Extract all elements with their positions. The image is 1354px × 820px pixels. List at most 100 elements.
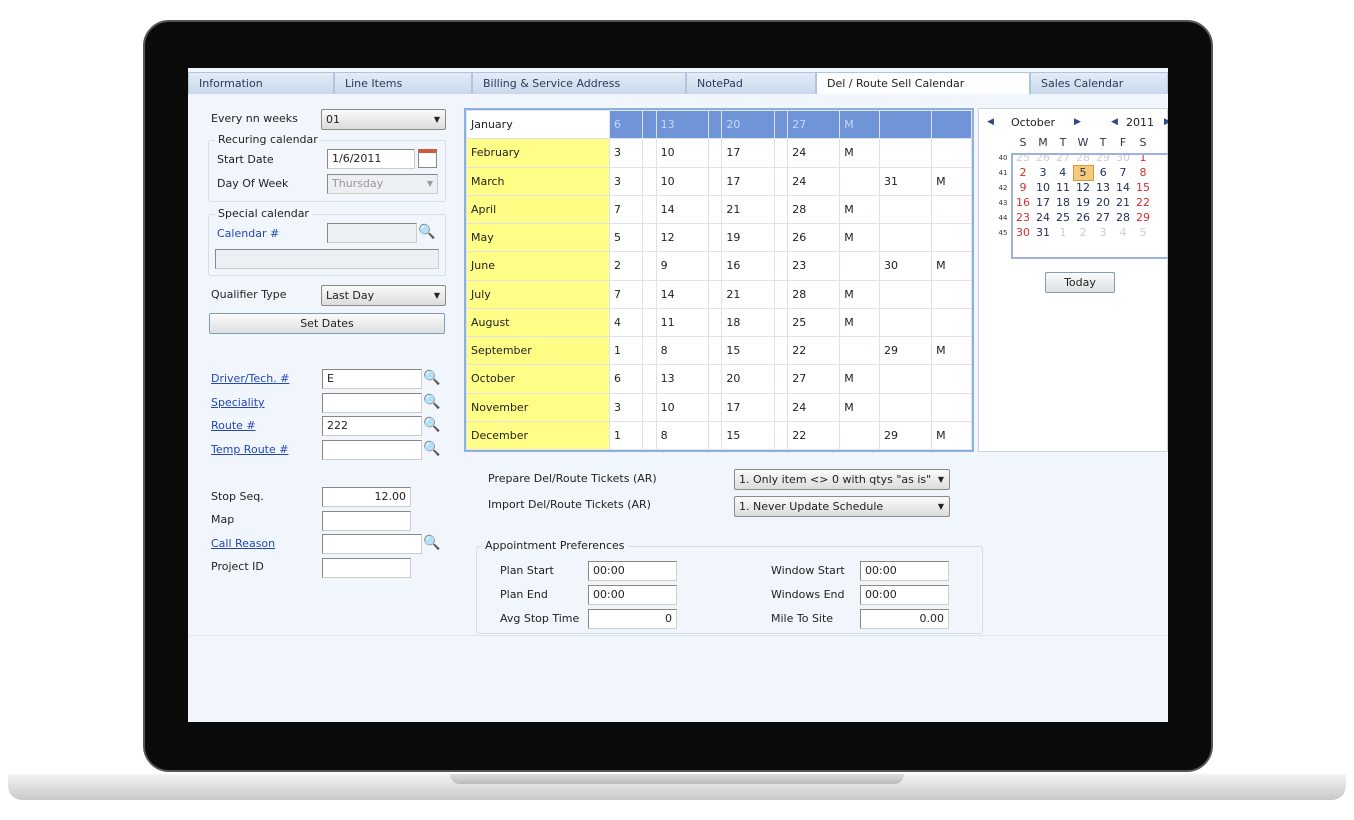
project-id-input[interactable] (322, 558, 411, 578)
tab-notepad[interactable]: NotePad (686, 72, 816, 94)
date-cell[interactable]: 10 (655, 166, 709, 196)
date-cell[interactable]: M (931, 335, 972, 366)
date-cell[interactable]: 8 (655, 335, 709, 366)
date-cell[interactable]: 17 (721, 392, 775, 422)
calendar-day[interactable]: 29 (1093, 150, 1113, 165)
month-cell[interactable]: April (466, 194, 610, 225)
plan-start-input[interactable]: 00:00 (588, 561, 677, 581)
calendar-day[interactable]: 2 (1073, 225, 1093, 240)
date-cell[interactable] (641, 335, 657, 366)
search-icon[interactable]: 🔍 (422, 393, 442, 413)
date-cell[interactable] (773, 307, 789, 338)
calendar-day[interactable]: 27 (1053, 150, 1073, 165)
date-cell[interactable] (773, 279, 789, 309)
speciality-input[interactable] (322, 393, 422, 413)
date-cell[interactable]: 19 (721, 222, 775, 253)
date-cell[interactable] (641, 392, 657, 422)
driver-tech-input[interactable]: E (322, 369, 422, 389)
date-cell[interactable] (931, 307, 972, 338)
date-cell[interactable] (707, 364, 723, 394)
date-cell[interactable]: 31 (879, 166, 933, 196)
start-date-input[interactable]: 1/6/2011 (327, 149, 415, 169)
date-cell[interactable] (641, 194, 657, 225)
date-cell[interactable]: 2 (609, 251, 643, 281)
window-start-input[interactable]: 00:00 (860, 561, 949, 581)
prev-year-icon[interactable]: ◀ (1111, 117, 1118, 127)
date-cell[interactable]: 15 (721, 335, 775, 366)
date-cell[interactable] (839, 251, 881, 281)
date-cell[interactable] (707, 222, 723, 253)
date-cell[interactable] (773, 109, 789, 140)
date-cell[interactable] (879, 194, 933, 225)
calendar-day[interactable]: 24 (1033, 210, 1053, 225)
date-cell[interactable] (839, 166, 881, 196)
call-reason-input[interactable] (322, 534, 422, 554)
date-cell[interactable]: 20 (721, 364, 775, 394)
calendar-day[interactable]: 18 (1053, 195, 1073, 210)
date-cell[interactable]: 4 (609, 307, 643, 338)
tab-sales-calendar[interactable]: Sales Calendar (1030, 72, 1168, 94)
calendar-day[interactable]: 26 (1033, 150, 1053, 165)
search-icon[interactable]: 🔍 (422, 440, 442, 460)
calendar-day[interactable]: 12 (1073, 180, 1093, 195)
date-cell[interactable] (931, 222, 972, 253)
date-cell[interactable] (879, 392, 933, 422)
date-cell[interactable] (707, 166, 723, 196)
date-cell[interactable]: 7 (609, 194, 643, 225)
calendar-day[interactable]: 31 (1033, 225, 1053, 240)
search-icon[interactable]: 🔍 (422, 369, 442, 389)
calendar-day[interactable]: 1 (1133, 150, 1153, 165)
date-cell[interactable]: 5 (609, 222, 643, 253)
date-cell[interactable] (641, 109, 657, 140)
date-cell[interactable]: 6 (609, 109, 643, 140)
date-cell[interactable] (707, 138, 723, 168)
date-cell[interactable] (931, 138, 972, 168)
calendar-day[interactable]: 26 (1073, 210, 1093, 225)
calendar-day[interactable]: 3 (1093, 225, 1113, 240)
calendar-day[interactable]: 5 (1133, 225, 1153, 240)
calendar-number-label[interactable]: Calendar # (217, 227, 279, 240)
date-cell[interactable]: 3 (609, 166, 643, 196)
date-cell[interactable]: 27 (787, 364, 841, 394)
calendar-day[interactable]: 30 (1113, 150, 1133, 165)
month-cell[interactable]: June (466, 251, 610, 281)
route-link[interactable]: Route # (211, 419, 256, 432)
calendar-day[interactable]: 8 (1133, 165, 1153, 180)
date-cell[interactable]: 20 (721, 109, 775, 140)
map-input[interactable] (322, 511, 411, 531)
calendar-day[interactable]: 20 (1093, 195, 1113, 210)
date-cell[interactable] (839, 420, 881, 451)
date-cell[interactable]: 17 (721, 138, 775, 168)
month-cell[interactable]: September (466, 335, 610, 366)
date-cell[interactable] (773, 138, 789, 168)
date-cell[interactable]: 27 (787, 109, 841, 140)
date-cell[interactable]: 26 (787, 222, 841, 253)
date-cell[interactable]: M (931, 166, 972, 196)
date-cell[interactable]: 14 (655, 279, 709, 309)
date-cell[interactable] (773, 364, 789, 394)
import-tickets-select[interactable]: 1. Never Update Schedule ▼ (734, 496, 950, 517)
date-cell[interactable]: 13 (655, 109, 709, 140)
call-reason-link[interactable]: Call Reason (211, 537, 275, 550)
date-cell[interactable]: M (839, 109, 881, 140)
calendar-day[interactable]: 19 (1073, 195, 1093, 210)
date-cell[interactable] (707, 251, 723, 281)
windows-end-input[interactable]: 00:00 (860, 585, 949, 605)
date-cell[interactable] (707, 420, 723, 451)
date-cell[interactable] (879, 109, 933, 140)
date-cell[interactable] (879, 279, 933, 309)
calendar-day[interactable]: 15 (1133, 180, 1153, 195)
date-cell[interactable]: 3 (609, 392, 643, 422)
date-cell[interactable]: 24 (787, 138, 841, 168)
date-cell[interactable] (707, 109, 723, 140)
date-cell[interactable] (773, 392, 789, 422)
calendar-day[interactable]: 17 (1033, 195, 1053, 210)
date-cell[interactable]: 8 (655, 420, 709, 451)
calendar-day[interactable]: 25 (1053, 210, 1073, 225)
date-cell[interactable]: 30 (879, 251, 933, 281)
calendar-day[interactable]: 30 (1013, 225, 1033, 240)
month-cell[interactable]: February (466, 138, 610, 168)
date-cell[interactable] (879, 138, 933, 168)
date-cell[interactable]: 9 (655, 251, 709, 281)
calendar-day[interactable]: 29 (1133, 210, 1153, 225)
